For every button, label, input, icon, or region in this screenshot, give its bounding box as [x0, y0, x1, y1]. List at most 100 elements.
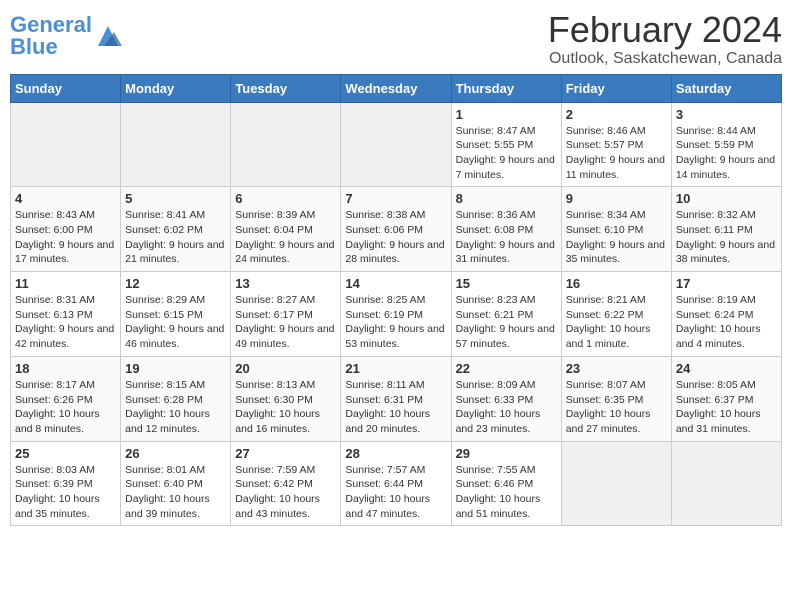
day-info: Sunrise: 8:01 AM Sunset: 6:40 PM Dayligh…: [125, 463, 226, 522]
day-info: Sunrise: 8:25 AM Sunset: 6:19 PM Dayligh…: [345, 293, 446, 352]
calendar-cell: 4 Sunrise: 8:43 AM Sunset: 6:00 PM Daylig…: [11, 187, 121, 272]
calendar-body: 1 Sunrise: 8:47 AM Sunset: 5:55 PM Daylig…: [11, 102, 782, 526]
day-info: Sunrise: 8:17 AM Sunset: 6:26 PM Dayligh…: [15, 378, 116, 437]
calendar-cell: 24Sunrise: 8:05 AM Sunset: 6:37 PM Dayli…: [671, 356, 781, 441]
weekday-header-tuesday: Tuesday: [231, 74, 341, 102]
day-info: Sunrise: 7:59 AM Sunset: 6:42 PM Dayligh…: [235, 463, 336, 522]
calendar-cell: 19Sunrise: 8:15 AM Sunset: 6:28 PM Dayli…: [121, 356, 231, 441]
calendar-cell: 5 Sunrise: 8:41 AM Sunset: 6:02 PM Daylig…: [121, 187, 231, 272]
day-number: 7: [345, 191, 446, 206]
calendar-cell: 17Sunrise: 8:19 AM Sunset: 6:24 PM Dayli…: [671, 272, 781, 357]
day-info: Sunrise: 8:09 AM Sunset: 6:33 PM Dayligh…: [456, 378, 557, 437]
calendar-cell: 13 Sunrise: 8:27 AM Sunset: 6:17 PM Dayli…: [231, 272, 341, 357]
day-number: 14: [345, 276, 446, 291]
calendar-cell: 21 Sunrise: 8:11 AM Sunset: 6:31 PM Dayli…: [341, 356, 451, 441]
weekday-header-row: SundayMondayTuesdayWednesdayThursdayFrid…: [11, 74, 782, 102]
day-info: Sunrise: 7:57 AM Sunset: 6:44 PM Dayligh…: [345, 463, 446, 522]
calendar-cell: 10 Sunrise: 8:32 AM Sunset: 6:11 PM Dayli…: [671, 187, 781, 272]
day-number: 15: [456, 276, 557, 291]
day-info: Sunrise: 8:23 AM Sunset: 6:21 PM Dayligh…: [456, 293, 557, 352]
day-info: Sunrise: 8:38 AM Sunset: 6:06 PM Dayligh…: [345, 208, 446, 267]
page-subtitle: Outlook, Saskatchewan, Canada: [548, 50, 782, 68]
day-number: 10: [676, 191, 777, 206]
calendar-cell: 2 Sunrise: 8:46 AM Sunset: 5:57 PM Daylig…: [561, 102, 671, 187]
day-number: 25: [15, 446, 116, 461]
day-info: Sunrise: 8:32 AM Sunset: 6:11 PM Dayligh…: [676, 208, 777, 267]
calendar-cell: 7 Sunrise: 8:38 AM Sunset: 6:06 PM Daylig…: [341, 187, 451, 272]
calendar-cell: 1 Sunrise: 8:47 AM Sunset: 5:55 PM Daylig…: [451, 102, 561, 187]
day-info: Sunrise: 8:43 AM Sunset: 6:00 PM Dayligh…: [15, 208, 116, 267]
day-info: Sunrise: 8:29 AM Sunset: 6:15 PM Dayligh…: [125, 293, 226, 352]
day-number: 26: [125, 446, 226, 461]
logo-icon: [94, 22, 122, 50]
week-row-5: 25Sunrise: 8:03 AM Sunset: 6:39 PM Dayli…: [11, 441, 782, 526]
day-number: 6: [235, 191, 336, 206]
day-number: 23: [566, 361, 667, 376]
day-info: Sunrise: 8:41 AM Sunset: 6:02 PM Dayligh…: [125, 208, 226, 267]
calendar-cell: 28 Sunrise: 7:57 AM Sunset: 6:44 PM Dayli…: [341, 441, 451, 526]
day-info: Sunrise: 8:27 AM Sunset: 6:17 PM Dayligh…: [235, 293, 336, 352]
day-number: 27: [235, 446, 336, 461]
calendar-cell: [231, 102, 341, 187]
day-info: Sunrise: 8:44 AM Sunset: 5:59 PM Dayligh…: [676, 124, 777, 183]
calendar-cell: [11, 102, 121, 187]
calendar-cell: [121, 102, 231, 187]
week-row-4: 18 Sunrise: 8:17 AM Sunset: 6:26 PM Dayli…: [11, 356, 782, 441]
calendar-cell: 27 Sunrise: 7:59 AM Sunset: 6:42 PM Dayli…: [231, 441, 341, 526]
weekday-header-friday: Friday: [561, 74, 671, 102]
week-row-2: 4 Sunrise: 8:43 AM Sunset: 6:00 PM Daylig…: [11, 187, 782, 272]
calendar-cell: 20 Sunrise: 8:13 AM Sunset: 6:30 PM Dayli…: [231, 356, 341, 441]
calendar-cell: 6 Sunrise: 8:39 AM Sunset: 6:04 PM Daylig…: [231, 187, 341, 272]
day-number: 12: [125, 276, 226, 291]
day-number: 2: [566, 107, 667, 122]
day-info: Sunrise: 8:39 AM Sunset: 6:04 PM Dayligh…: [235, 208, 336, 267]
title-area: February 2024 Outlook, Saskatchewan, Can…: [548, 10, 782, 68]
calendar-cell: [561, 441, 671, 526]
weekday-header-saturday: Saturday: [671, 74, 781, 102]
day-number: 28: [345, 446, 446, 461]
page-header: General Blue February 2024 Outlook, Sask…: [10, 10, 782, 68]
day-number: 11: [15, 276, 116, 291]
calendar-cell: 15 Sunrise: 8:23 AM Sunset: 6:21 PM Dayli…: [451, 272, 561, 357]
calendar-cell: 3Sunrise: 8:44 AM Sunset: 5:59 PM Daylig…: [671, 102, 781, 187]
calendar-cell: 9 Sunrise: 8:34 AM Sunset: 6:10 PM Daylig…: [561, 187, 671, 272]
calendar-cell: 8 Sunrise: 8:36 AM Sunset: 6:08 PM Daylig…: [451, 187, 561, 272]
calendar-cell: 25Sunrise: 8:03 AM Sunset: 6:39 PM Dayli…: [11, 441, 121, 526]
day-info: Sunrise: 8:36 AM Sunset: 6:08 PM Dayligh…: [456, 208, 557, 267]
day-info: Sunrise: 8:31 AM Sunset: 6:13 PM Dayligh…: [15, 293, 116, 352]
day-info: Sunrise: 8:21 AM Sunset: 6:22 PM Dayligh…: [566, 293, 667, 352]
calendar-cell: [341, 102, 451, 187]
day-number: 20: [235, 361, 336, 376]
day-info: Sunrise: 8:11 AM Sunset: 6:31 PM Dayligh…: [345, 378, 446, 437]
day-info: Sunrise: 8:34 AM Sunset: 6:10 PM Dayligh…: [566, 208, 667, 267]
logo-text: General Blue: [10, 14, 92, 58]
logo-blue: Blue: [10, 34, 58, 59]
weekday-header-sunday: Sunday: [11, 74, 121, 102]
day-number: 4: [15, 191, 116, 206]
day-info: Sunrise: 8:07 AM Sunset: 6:35 PM Dayligh…: [566, 378, 667, 437]
calendar-cell: 26 Sunrise: 8:01 AM Sunset: 6:40 PM Dayli…: [121, 441, 231, 526]
day-number: 1: [456, 107, 557, 122]
day-number: 18: [15, 361, 116, 376]
weekday-header-wednesday: Wednesday: [341, 74, 451, 102]
day-number: 22: [456, 361, 557, 376]
calendar-table: SundayMondayTuesdayWednesdayThursdayFrid…: [10, 74, 782, 527]
calendar-cell: 16 Sunrise: 8:21 AM Sunset: 6:22 PM Dayli…: [561, 272, 671, 357]
calendar-cell: 29Sunrise: 7:55 AM Sunset: 6:46 PM Dayli…: [451, 441, 561, 526]
day-number: 13: [235, 276, 336, 291]
week-row-3: 11 Sunrise: 8:31 AM Sunset: 6:13 PM Dayli…: [11, 272, 782, 357]
day-info: Sunrise: 8:47 AM Sunset: 5:55 PM Dayligh…: [456, 124, 557, 183]
weekday-header-monday: Monday: [121, 74, 231, 102]
calendar-cell: [671, 441, 781, 526]
calendar-cell: 11 Sunrise: 8:31 AM Sunset: 6:13 PM Dayli…: [11, 272, 121, 357]
day-number: 21: [345, 361, 446, 376]
day-number: 5: [125, 191, 226, 206]
day-number: 16: [566, 276, 667, 291]
day-info: Sunrise: 8:46 AM Sunset: 5:57 PM Dayligh…: [566, 124, 667, 183]
day-info: Sunrise: 8:13 AM Sunset: 6:30 PM Dayligh…: [235, 378, 336, 437]
day-number: 8: [456, 191, 557, 206]
day-number: 24: [676, 361, 777, 376]
day-number: 9: [566, 191, 667, 206]
week-row-1: 1 Sunrise: 8:47 AM Sunset: 5:55 PM Daylig…: [11, 102, 782, 187]
day-number: 19: [125, 361, 226, 376]
